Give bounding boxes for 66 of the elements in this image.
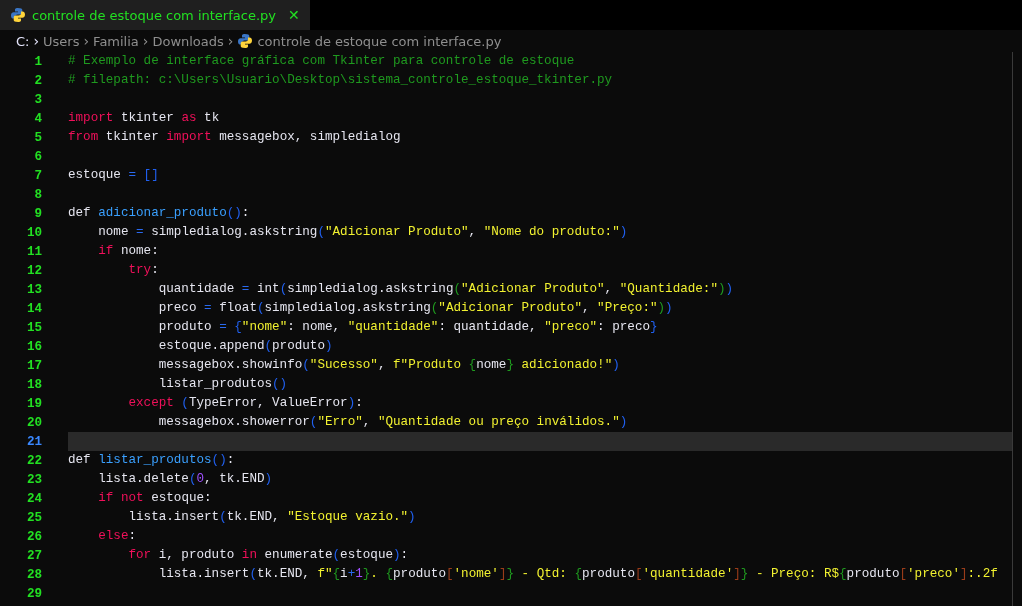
line-number: 2 (33, 73, 42, 88)
line-number: 22 (25, 453, 42, 468)
line-number: 10 (25, 225, 42, 240)
code-line: estoque.append(produto) (157, 338, 334, 355)
line-number: 8 (33, 187, 42, 202)
line-number: 15 (25, 320, 42, 335)
code-line: estoque = [] (68, 167, 160, 184)
code-line: messagebox.showinfo("Sucesso", f"Produto {nome} adicionado!") (157, 357, 621, 374)
code-line: import tkinter as tk (68, 110, 221, 127)
code-line: def listar_produtos(): (68, 452, 236, 469)
line-number: 17 (25, 358, 42, 373)
python-icon (10, 7, 26, 23)
breadcrumb-item[interactable]: C: (16, 33, 30, 49)
chevron-icon: › (142, 33, 149, 49)
line-number: 25 (25, 510, 42, 525)
editor-tab[interactable]: controle de estoque com interface.py ✕ (0, 0, 310, 30)
line-number: 1 (33, 54, 42, 69)
code-line: quantidade = int(simpledialog.askstring("Adicionar Produto", "Quantidade:")) (157, 281, 735, 298)
breadcrumb-item[interactable]: Users (43, 33, 80, 49)
code-line: nome = simpledialog.askstring("Adicionar Produto", "Nome do produto:") (97, 224, 629, 241)
code-line: lista.insert(tk.END, f"{i+1}. {produto['nome']} - Qtd: {produto['quantidade']} - Preço: R${produto['preco']:.2f (157, 566, 999, 583)
code-line: # Exemplo de interface gráfica com Tkinter para controle de estoque (68, 53, 576, 70)
line-number: 16 (25, 339, 42, 354)
code-line: try: (127, 262, 160, 279)
code-line: for i, produto in enumerate(estoque): (127, 547, 410, 564)
code-line: if not estoque: (97, 490, 213, 507)
code-line: else: (97, 528, 138, 545)
line-number: 20 (25, 415, 42, 430)
line-number: 29 (25, 586, 42, 601)
line-number: 28 (25, 567, 42, 582)
line-number: 9 (33, 206, 42, 221)
python-icon (237, 33, 254, 49)
line-number: 3 (33, 92, 42, 107)
code-line: except (TypeError, ValueError): (127, 395, 364, 412)
chevron-icon: › (33, 33, 40, 49)
code-line: if nome: (97, 243, 160, 260)
line-number: 21 (25, 434, 42, 449)
breadcrumb-item[interactable]: controle de estoque com interface.py (257, 33, 502, 49)
line-number: 7 (33, 168, 42, 183)
line-number: 6 (33, 149, 42, 164)
code-line: from tkinter import messagebox, simpledialog (68, 129, 402, 146)
code-line: messagebox.showerror("Erro", "Quantidade ou preço inválidos.") (157, 414, 629, 431)
breadcrumb-item[interactable]: Downloads (152, 33, 224, 49)
code-line: lista.delete(0, tk.END) (97, 471, 274, 488)
code-line: produto = {"nome": nome, "quantidade": quantidade, "preco": preco} (157, 319, 659, 336)
line-number: 18 (25, 377, 42, 392)
chevron-icon: › (227, 33, 234, 49)
code-line: def adicionar_produto(): (68, 205, 251, 222)
line-number: 14 (25, 301, 42, 316)
line-number: 23 (25, 472, 42, 487)
code-line: lista.insert(tk.END, "Estoque vazio.") (127, 509, 417, 526)
line-number: 27 (25, 548, 42, 563)
chevron-icon: › (83, 33, 90, 49)
close-icon[interactable]: ✕ (288, 7, 300, 23)
line-number: 19 (25, 396, 42, 411)
code-line: # filepath: c:\Users\Usuario\Desktop\sistema_controle_estoque_tkinter.py (68, 72, 614, 89)
line-number: 11 (25, 244, 42, 259)
breadcrumb-item[interactable]: Familia (93, 33, 139, 49)
line-number: 5 (33, 130, 42, 145)
code-line: preco = float(simpledialog.askstring("Adicionar Produto", "Preço:")) (157, 300, 674, 317)
line-number: 13 (25, 282, 42, 297)
line-number: 12 (25, 263, 42, 278)
line-number: 26 (25, 529, 42, 544)
line-number: 24 (25, 491, 42, 506)
code-line: listar_produtos() (157, 376, 289, 393)
line-number: 4 (33, 111, 42, 126)
